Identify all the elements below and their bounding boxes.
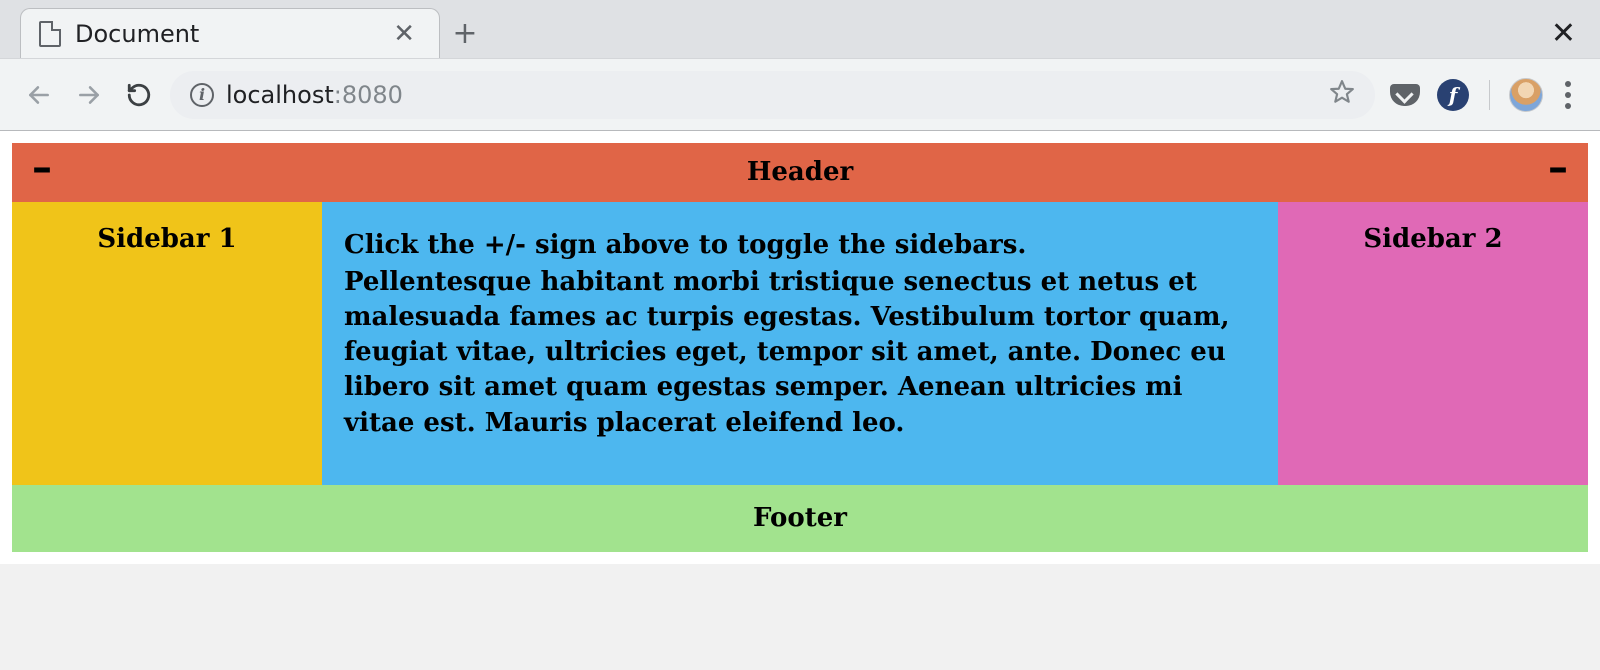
page-viewport: – Header – Sidebar 1 Click the +/- sign … (0, 131, 1600, 564)
browser-chrome: Document ✕ + ✕ i localhost:8080 (0, 0, 1600, 131)
close-tab-icon[interactable]: ✕ (389, 17, 419, 51)
main-body-text: Pellentesque habitant morbi tristique se… (344, 265, 1256, 440)
avatar (1509, 78, 1543, 112)
site-info-icon[interactable]: i (190, 83, 214, 107)
reload-icon (126, 82, 152, 108)
toggle-sidebar-right-button[interactable]: – (1546, 158, 1570, 188)
tab-title: Document (75, 20, 375, 48)
main-content: Click the +/- sign above to toggle the s… (322, 202, 1278, 485)
dot-icon (1565, 103, 1571, 109)
dot-icon (1565, 81, 1571, 87)
profile-button[interactable] (1508, 77, 1544, 113)
address-bar[interactable]: i localhost:8080 (170, 71, 1375, 119)
main-instruction-text: Click the +/- sign above to toggle the s… (344, 228, 1256, 263)
new-tab-button[interactable]: + (440, 8, 490, 58)
arrow-right-icon (76, 82, 102, 108)
fedora-extension-button[interactable]: f (1435, 77, 1471, 113)
sidebar-2-title: Sidebar 2 (1363, 224, 1502, 254)
close-window-icon[interactable]: ✕ (1537, 16, 1590, 51)
sidebar-1: Sidebar 1 (12, 202, 322, 485)
fedora-icon: f (1437, 79, 1469, 111)
star-icon (1329, 79, 1355, 105)
dot-icon (1565, 92, 1571, 98)
url-text: localhost:8080 (226, 81, 403, 109)
toggle-sidebar-left-button[interactable]: – (30, 158, 54, 188)
header-title: Header (54, 155, 1546, 190)
pocket-extension-button[interactable] (1387, 77, 1423, 113)
pocket-icon (1390, 84, 1420, 106)
browser-tab[interactable]: Document ✕ (20, 8, 440, 58)
url-host: localhost (226, 81, 334, 109)
content-row: Sidebar 1 Click the +/- sign above to to… (12, 202, 1588, 485)
url-port: :8080 (334, 81, 403, 109)
sidebar-2: Sidebar 2 (1278, 202, 1588, 485)
back-button[interactable] (20, 76, 58, 114)
sidebar-1-title: Sidebar 1 (97, 224, 236, 254)
separator (1489, 80, 1490, 110)
forward-button[interactable] (70, 76, 108, 114)
toolbar: i localhost:8080 f (0, 58, 1600, 130)
layout-container: – Header – Sidebar 1 Click the +/- sign … (12, 143, 1588, 552)
arrow-left-icon (26, 82, 52, 108)
menu-button[interactable] (1556, 81, 1580, 109)
footer-title: Footer (753, 503, 847, 533)
reload-button[interactable] (120, 76, 158, 114)
tab-bar: Document ✕ + ✕ (0, 0, 1600, 58)
file-icon (39, 21, 61, 47)
bookmark-button[interactable] (1329, 79, 1355, 111)
header-section: – Header – (12, 143, 1588, 202)
footer-section: Footer (12, 485, 1588, 552)
